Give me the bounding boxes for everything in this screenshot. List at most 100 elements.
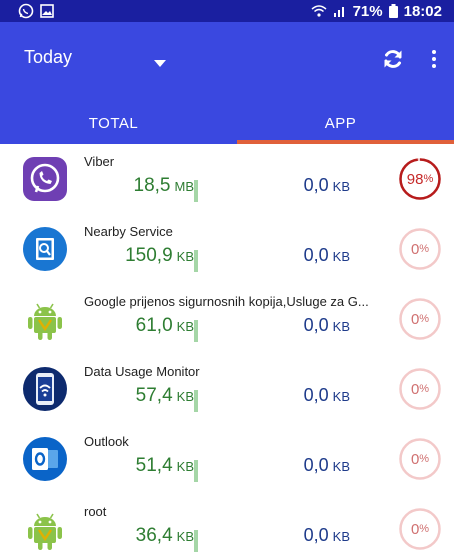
clock: 18:02 bbox=[403, 2, 442, 20]
sent-value: 0,0 bbox=[303, 315, 329, 335]
outlook-icon bbox=[23, 437, 67, 481]
list-item-data-usage-monitor[interactable]: Data Usage Monitor 57,4 KB 0,0 KB 0% bbox=[0, 354, 454, 424]
list-item-google-backup[interactable]: Google prijenos sigurnosnih kopija,Uslug… bbox=[0, 284, 454, 354]
received-value: 36,4 bbox=[135, 525, 173, 546]
percent-unit: % bbox=[419, 313, 430, 325]
wifi-icon bbox=[311, 5, 327, 17]
period-dropdown[interactable]: Today bbox=[24, 44, 72, 70]
battery-percent: 71% bbox=[352, 2, 383, 20]
app-name: Data Usage Monitor bbox=[84, 364, 200, 379]
nearby-service-icon bbox=[23, 227, 67, 271]
more-vert-icon-dot bbox=[432, 64, 436, 68]
toolbar: Today bbox=[0, 22, 454, 88]
received-unit: KB bbox=[176, 389, 194, 404]
received-value: 150,9 bbox=[125, 245, 173, 266]
sent-unit: KB bbox=[332, 389, 350, 404]
app-name: root bbox=[84, 504, 107, 519]
percent-label: 0% bbox=[398, 507, 442, 551]
percent-value: 98 bbox=[406, 170, 424, 188]
app-name: Nearby Service bbox=[84, 224, 173, 239]
received-value: 18,5 bbox=[133, 175, 171, 196]
received-unit: KB bbox=[176, 319, 194, 334]
percent-label: 0% bbox=[398, 437, 442, 481]
percent-value: 0 bbox=[410, 240, 420, 258]
tab-total[interactable]: TOTAL bbox=[0, 102, 227, 144]
received-amount: 18,5 MB bbox=[84, 175, 194, 197]
status-bar: 71% 18:02 bbox=[0, 0, 454, 22]
data-usage-monitor-icon bbox=[23, 367, 67, 411]
percent-value: 0 bbox=[410, 380, 420, 398]
refresh-icon bbox=[384, 50, 402, 68]
sent-unit: KB bbox=[332, 529, 350, 544]
percent-value: 0 bbox=[410, 520, 420, 538]
sent-value: 0,0 bbox=[303, 525, 329, 545]
tab-total-label: TOTAL bbox=[88, 114, 139, 132]
percent-label: 0% bbox=[398, 297, 442, 341]
usage-bar bbox=[194, 390, 198, 412]
sent-amount: 0,0 KB bbox=[270, 245, 350, 266]
percent-value: 0 bbox=[410, 450, 420, 468]
sent-value: 0,0 bbox=[303, 455, 329, 475]
sent-unit: KB bbox=[332, 249, 350, 264]
tab-app-label: APP bbox=[324, 114, 357, 132]
percent-value: 0 bbox=[410, 310, 420, 328]
app-list[interactable]: Viber 18,5 MB 0,0 KB 98% Nearby Service 15… bbox=[0, 144, 454, 557]
more-vert-icon-dot bbox=[432, 50, 436, 54]
android-icon bbox=[28, 303, 62, 340]
chevron-down-icon[interactable] bbox=[154, 60, 166, 67]
received-value: 57,4 bbox=[135, 385, 173, 406]
app-name: Viber bbox=[84, 154, 115, 169]
received-unit: KB bbox=[176, 529, 194, 544]
sent-unit: KB bbox=[332, 459, 350, 474]
received-value: 51,4 bbox=[135, 455, 173, 476]
signal-icon bbox=[333, 7, 344, 17]
received-amount: 61,0 KB bbox=[84, 315, 194, 337]
percent-unit: % bbox=[419, 453, 430, 465]
usage-bar bbox=[194, 460, 198, 482]
received-amount: 57,4 KB bbox=[84, 385, 194, 407]
viber-icon bbox=[23, 157, 67, 201]
received-value: 61,0 bbox=[135, 315, 173, 336]
list-item-outlook[interactable]: Outlook 51,4 KB 0,0 KB 0% bbox=[0, 424, 454, 494]
percent-label: 0% bbox=[398, 367, 442, 411]
sent-amount: 0,0 KB bbox=[270, 385, 350, 406]
percent-label: 98% bbox=[398, 157, 442, 201]
app-name: Google prijenos sigurnosnih kopija,Uslug… bbox=[84, 294, 369, 309]
status-notifications bbox=[18, 3, 54, 19]
received-amount: 36,4 KB bbox=[84, 525, 194, 547]
list-item-nearby-service[interactable]: Nearby Service 150,9 KB 0,0 KB 0% bbox=[0, 214, 454, 284]
usage-bar bbox=[194, 530, 198, 552]
list-item-root[interactable]: root 36,4 KB 0,0 KB 0% bbox=[0, 494, 454, 557]
sent-amount: 0,0 KB bbox=[270, 175, 350, 196]
battery-icon bbox=[388, 4, 398, 18]
app-name: Outlook bbox=[84, 434, 129, 449]
more-options-button[interactable] bbox=[426, 46, 442, 72]
received-amount: 150,9 KB bbox=[84, 245, 194, 267]
status-indicators: 71% 18:02 bbox=[311, 3, 442, 20]
list-item-viber[interactable]: Viber 18,5 MB 0,0 KB 98% bbox=[0, 144, 454, 214]
received-unit: KB bbox=[176, 249, 194, 264]
sent-amount: 0,0 KB bbox=[270, 455, 350, 476]
tab-app[interactable]: APP bbox=[227, 102, 454, 144]
sent-value: 0,0 bbox=[303, 175, 329, 195]
percent-unit: % bbox=[419, 383, 430, 395]
percent-unit: % bbox=[423, 173, 434, 185]
app-bar: Today TOTAL APP bbox=[0, 22, 454, 144]
percent-label: 0% bbox=[398, 227, 442, 271]
gallery-notification-icon bbox=[40, 4, 54, 18]
usage-bar bbox=[194, 320, 198, 342]
sent-amount: 0,0 KB bbox=[270, 525, 350, 546]
sent-unit: KB bbox=[332, 179, 350, 194]
refresh-button[interactable] bbox=[380, 46, 406, 72]
received-amount: 51,4 KB bbox=[84, 455, 194, 477]
sent-value: 0,0 bbox=[303, 385, 329, 405]
whatsapp-notification-icon bbox=[18, 3, 34, 19]
received-unit: KB bbox=[176, 459, 194, 474]
sent-amount: 0,0 KB bbox=[270, 315, 350, 336]
sent-value: 0,0 bbox=[303, 245, 329, 265]
percent-unit: % bbox=[419, 243, 430, 255]
usage-bar bbox=[194, 250, 198, 272]
received-unit: MB bbox=[174, 179, 195, 194]
percent-unit: % bbox=[419, 523, 430, 535]
sent-unit: KB bbox=[332, 319, 350, 334]
